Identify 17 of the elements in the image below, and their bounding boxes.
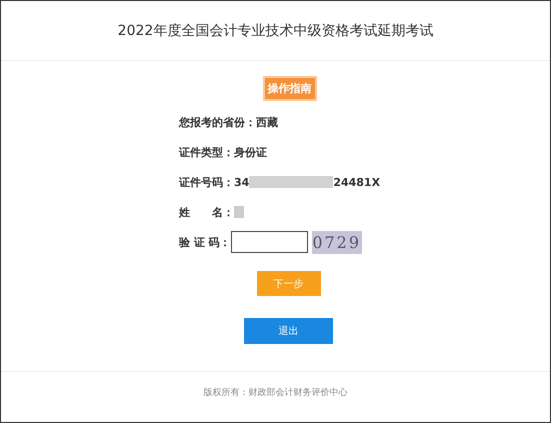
- field-label: 您报考的省份：: [179, 114, 256, 130]
- field-value: 24481X: [333, 176, 380, 188]
- captcha-image: 0729: [312, 230, 362, 254]
- field-label: 验 证 码：: [179, 234, 231, 250]
- next-button[interactable]: 下一步: [256, 271, 320, 296]
- window-title: 2022年度全国会计专业技术中级资格考试延期考试: [118, 22, 434, 40]
- field-label: 证件号码：: [179, 174, 234, 190]
- field-value: 34: [234, 176, 250, 188]
- field-label: 证件类型：: [179, 144, 234, 160]
- field-value: 身份证: [234, 144, 267, 160]
- redaction-mark: [234, 206, 244, 218]
- exit-button[interactable]: 退出: [244, 318, 333, 344]
- field-label: 姓 名：: [179, 204, 234, 220]
- field-value: 西藏: [256, 114, 278, 130]
- copyright-text: 版权所有：财政部会计财务评价中心: [204, 386, 348, 400]
- captcha-input[interactable]: [230, 231, 308, 253]
- guide-button[interactable]: 操作指南: [262, 76, 316, 101]
